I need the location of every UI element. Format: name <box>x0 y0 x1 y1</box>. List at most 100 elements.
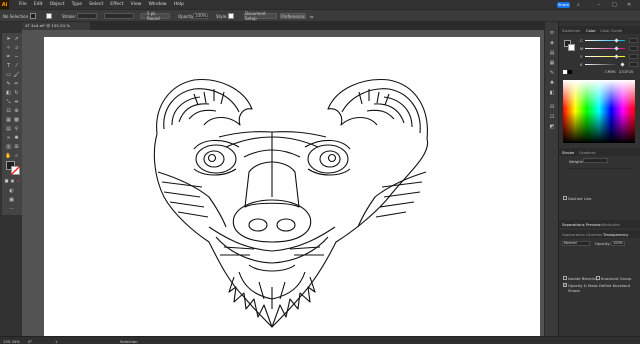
minimize-icon[interactable]: – <box>598 2 601 8</box>
graph-icon[interactable]: ▥ <box>5 144 12 151</box>
gradient-mode-icon[interactable]: ▣ <box>10 177 15 184</box>
arrange-icon[interactable]: ⇋ <box>310 14 313 19</box>
style-swatch[interactable] <box>228 13 234 19</box>
tab-libraries[interactable]: Libraries <box>586 232 602 237</box>
selection-arrow-icon[interactable]: ➤ <box>5 36 12 43</box>
zoom-icon[interactable]: ⌕ <box>13 153 20 160</box>
color-stroke-swatch[interactable] <box>568 44 575 51</box>
artboard[interactable] <box>44 37 540 336</box>
swatches-icon[interactable]: ▦ <box>549 60 556 67</box>
align-icon[interactable]: ⊟ <box>549 104 556 111</box>
white-swatch[interactable] <box>563 70 567 74</box>
menu-help[interactable]: Help <box>174 2 184 7</box>
symbols-icon[interactable]: ♣ <box>549 80 556 87</box>
rotate-icon[interactable]: ↻ <box>13 90 20 97</box>
scale-icon[interactable]: ⤡ <box>5 99 12 106</box>
rotate-view[interactable]: 0° <box>28 339 32 344</box>
opacity-input[interactable]: 100% <box>193 13 208 19</box>
hex-value[interactable]: 231F20 <box>619 69 633 74</box>
menu-object[interactable]: Object <box>50 2 65 7</box>
lasso-icon[interactable]: ↄ <box>13 45 20 52</box>
tab-attributes[interactable]: Attributes <box>601 222 620 227</box>
eraser-icon[interactable]: ◧ <box>5 90 12 97</box>
type-icon[interactable]: T <box>5 63 12 70</box>
shape-builder-icon[interactable]: ⊕ <box>13 108 20 115</box>
properties-icon[interactable]: ≡ <box>549 30 556 37</box>
color-mode-icon[interactable]: ■ <box>4 177 9 184</box>
dashed-line-checkbox[interactable] <box>563 196 567 200</box>
stroke-label: Stroke: <box>62 13 77 19</box>
artboard-tool-icon[interactable]: ⊞ <box>13 144 20 151</box>
menu-edit[interactable]: Edit <box>34 2 43 7</box>
stroke-weight-input[interactable] <box>77 13 97 19</box>
panel-icon-column: ≡ ◈ ▤ ▦ ✎ ♣ ◧ ⊟ ⊡ ◩ <box>544 22 558 336</box>
artboard-number[interactable]: 1 <box>55 339 57 344</box>
width-icon[interactable]: ⇹ <box>13 99 20 106</box>
variable-width-select[interactable] <box>104 13 134 19</box>
blend-icon[interactable]: ∞ <box>5 135 12 142</box>
share-button[interactable]: Share <box>557 1 570 8</box>
menu-view[interactable]: View <box>131 2 142 7</box>
isolate-blending-checkbox[interactable] <box>563 276 567 280</box>
maximize-icon[interactable]: □ <box>612 2 617 8</box>
brushes-icon[interactable]: ✎ <box>549 70 556 77</box>
none-mode-icon[interactable]: ⊘ <box>16 177 21 184</box>
free-transform-icon[interactable]: ⊡ <box>5 108 12 115</box>
tab-gradient[interactable]: Gradient <box>579 150 596 155</box>
eyedropper-icon[interactable]: ⚲ <box>13 126 20 133</box>
symbol-sprayer-icon[interactable]: ✺ <box>13 135 20 142</box>
document-setup-button[interactable]: Document Setup <box>244 11 277 21</box>
menu-effect[interactable]: Effect <box>110 2 123 7</box>
search-icon[interactable]: ⌕ <box>577 2 580 8</box>
curvature-icon[interactable]: ∽ <box>13 54 20 61</box>
stroke-swatch[interactable] <box>46 13 52 19</box>
tab-color[interactable]: Color <box>586 28 596 33</box>
draw-mode-icon[interactable]: ◐ <box>8 188 15 195</box>
brush-select[interactable]: 5 pt. Round <box>140 11 170 21</box>
magic-wand-icon[interactable]: ✧ <box>5 45 12 52</box>
tab-swatches[interactable]: Swatches <box>562 28 580 33</box>
current-tool: Selection <box>120 338 138 344</box>
black-swatch[interactable] <box>568 70 572 74</box>
menu-window[interactable]: Window <box>148 2 166 7</box>
menu-type[interactable]: Type <box>72 2 83 7</box>
menu-select[interactable]: Select <box>89 2 103 7</box>
layers-icon[interactable]: ◈ <box>549 40 556 47</box>
direct-selection-icon[interactable]: ⇗ <box>13 36 20 43</box>
brush-icon[interactable]: 🖌 <box>13 72 20 79</box>
transform-icon[interactable]: ⊡ <box>549 114 556 121</box>
perspective-grid-icon[interactable]: ▦ <box>5 117 12 124</box>
fill-swatch[interactable] <box>30 13 36 19</box>
hand-icon[interactable]: ✋ <box>5 153 12 160</box>
rectangle-icon[interactable]: ▭ <box>5 72 12 79</box>
color-spectrum[interactable] <box>563 80 635 143</box>
document-tab[interactable]: 4T 4x4.ai* @ 155.34 % (RGB/Preview) <box>22 22 90 36</box>
libraries-icon[interactable]: ▤ <box>549 50 556 57</box>
tab-separations-preview[interactable]: Separations Preview <box>562 222 601 227</box>
menu-file[interactable]: File <box>19 2 27 7</box>
tab-stroke[interactable]: Stroke <box>562 150 574 155</box>
line-segment-icon[interactable]: ⁄ <box>13 63 20 70</box>
tab-appearance[interactable]: Appearance <box>562 232 585 237</box>
blend-mode-select[interactable]: Normal <box>562 241 590 246</box>
gradient-icon[interactable]: ▤ <box>5 126 12 133</box>
preferences-button[interactable]: Preferences <box>280 13 306 19</box>
shaper-icon[interactable]: ✎ <box>5 81 12 88</box>
edit-toolbar-icon[interactable]: ··· <box>8 206 15 213</box>
pen-icon[interactable]: ✒ <box>5 54 12 61</box>
screen-mode-icon[interactable]: ▣ <box>8 197 15 204</box>
style-label: Style: <box>216 13 228 19</box>
knockout-group-checkbox[interactable] <box>596 276 600 280</box>
close-icon[interactable]: ✕ <box>627 2 631 8</box>
graphic-styles-icon[interactable]: ◧ <box>549 90 556 97</box>
lion-head-artwork[interactable] <box>44 37 540 336</box>
pencil-icon[interactable]: ✏ <box>13 81 20 88</box>
zoom-level[interactable]: 155.34% <box>3 339 20 344</box>
mesh-icon[interactable]: ▩ <box>13 117 20 124</box>
transparency-opacity-input[interactable]: 100% <box>611 241 625 246</box>
pathfinder-icon[interactable]: ◩ <box>549 124 556 131</box>
tab-color-guide[interactable]: Color Guide <box>600 28 622 33</box>
tab-transparency[interactable]: Transparency <box>603 232 628 237</box>
opacity-mask-checkbox[interactable] <box>563 283 567 287</box>
weight-input[interactable] <box>583 158 608 163</box>
